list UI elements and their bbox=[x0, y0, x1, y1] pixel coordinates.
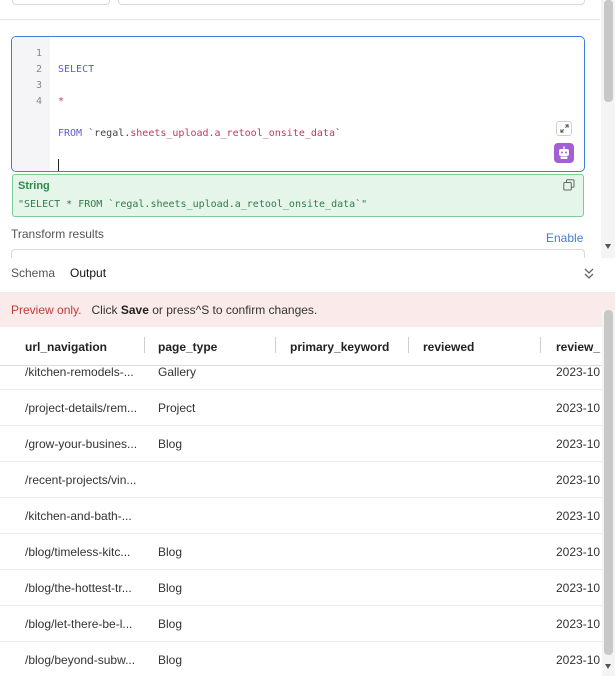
expand-icon bbox=[559, 124, 569, 133]
preview-only-text: Preview only. bbox=[11, 303, 82, 317]
banner-text-pre: Click bbox=[91, 303, 118, 317]
table-body: /kitchen-remodels-... Gallery 2023-10/proj… bbox=[0, 354, 602, 676]
line-number: 4 bbox=[35, 96, 42, 107]
code-line-2: * bbox=[58, 94, 341, 110]
cell-review-date: 2023-10 bbox=[556, 509, 601, 523]
cell-page-type: Blog bbox=[158, 545, 183, 559]
table-row[interactable]: /blog/let-there-be-l... Blog 2023-10 bbox=[0, 606, 602, 642]
line-number: 1 bbox=[35, 48, 42, 59]
column-header-reviewed[interactable]: reviewed bbox=[423, 340, 474, 354]
table-row[interactable]: /project-details/rem... Project 2023-10 bbox=[0, 390, 602, 426]
select-all-star: * bbox=[58, 96, 65, 107]
keyword-from: FROM bbox=[58, 128, 83, 139]
column-header-review-date[interactable]: review_ bbox=[556, 340, 602, 354]
table-row[interactable]: /blog/the-hottest-tr... Blog 2023-10 bbox=[0, 570, 602, 606]
cell-page-type: Project bbox=[158, 401, 196, 415]
table-row[interactable]: /kitchen-and-bath-... 2023-10 bbox=[0, 498, 602, 534]
column-header-page-type[interactable]: page_type bbox=[158, 340, 217, 354]
table-schema: regal. bbox=[94, 128, 131, 139]
page-scrollbar-thumb[interactable] bbox=[604, 0, 613, 102]
column-header-url-navigation[interactable]: url_navigation bbox=[25, 340, 107, 354]
cell-page-type: Blog bbox=[158, 581, 183, 595]
tab-output[interactable]: Output bbox=[70, 266, 106, 280]
cell-page-type: Blog bbox=[158, 617, 183, 631]
cell-url-navigation: /blog/timeless-kitc... bbox=[25, 545, 131, 559]
evaluated-string-preview: String "SELECT * FROM `regal.sheets_uplo… bbox=[12, 174, 584, 217]
editor-gutter: 1 2 3 4 bbox=[12, 37, 50, 171]
preview-banner: Preview only. Click Save or press^S to c… bbox=[0, 293, 615, 327]
ai-assistant-icon bbox=[559, 146, 569, 159]
column-resize-handle[interactable] bbox=[275, 337, 276, 353]
keyword-select: SELECT bbox=[58, 64, 95, 75]
table-row[interactable]: /blog/beyond-subw... Blog 2023-10 bbox=[0, 642, 602, 676]
table-row[interactable]: /grow-your-busines... Blog 2023-10 bbox=[0, 426, 602, 462]
column-resize-handle[interactable] bbox=[144, 337, 145, 353]
results-panel: Schema Output Preview only. Click Save o… bbox=[0, 258, 615, 676]
backtick-close: ` bbox=[334, 128, 341, 139]
table-row[interactable]: /blog/timeless-kitc... Blog 2023-10 bbox=[0, 534, 602, 570]
cell-review-date: 2023-10 bbox=[556, 653, 601, 667]
chevron-double-down-icon[interactable] bbox=[583, 266, 595, 280]
table-name: sheets_upload.a_retool_onsite_data bbox=[130, 128, 335, 139]
cell-url-navigation: /recent-projects/vin... bbox=[25, 473, 137, 487]
cell-review-date: 2023-10 bbox=[556, 473, 601, 487]
cell-review-date: 2023-10 bbox=[556, 365, 601, 379]
table-scrollbar[interactable] bbox=[602, 310, 615, 676]
scroll-down-arrow-icon[interactable] bbox=[605, 244, 611, 249]
top-input-row bbox=[0, 0, 600, 20]
cell-url-navigation: /blog/let-there-be-l... bbox=[25, 617, 133, 631]
cell-page-type: Blog bbox=[158, 437, 183, 451]
cell-page-type: Gallery bbox=[158, 365, 197, 379]
column-resize-handle[interactable] bbox=[540, 337, 541, 353]
cell-url-navigation: /project-details/rem... bbox=[25, 401, 138, 415]
code-line-4 bbox=[58, 158, 341, 171]
line-number: 2 bbox=[35, 64, 42, 75]
ai-assistant-button[interactable] bbox=[554, 143, 574, 163]
cell-review-date: 2023-10 bbox=[556, 437, 601, 451]
cell-review-date: 2023-10 bbox=[556, 581, 601, 595]
text-cursor bbox=[58, 158, 59, 171]
sql-editor[interactable]: 1 2 3 4 SELECT * FROM `regal.sheets_uplo… bbox=[11, 36, 585, 172]
query-input[interactable] bbox=[118, 0, 585, 5]
page-scrollbar[interactable] bbox=[601, 0, 615, 258]
cell-url-navigation: /blog/beyond-subw... bbox=[25, 653, 136, 667]
tab-schema[interactable]: Schema bbox=[11, 266, 55, 280]
cell-url-navigation: /blog/the-hottest-tr... bbox=[25, 581, 132, 595]
table-scrollbar-thumb[interactable] bbox=[604, 310, 613, 655]
enable-transform-link[interactable]: Enable bbox=[546, 231, 583, 245]
copy-icon[interactable] bbox=[563, 179, 575, 191]
banner-text-post: or press^S to confirm changes. bbox=[152, 303, 318, 317]
code-line-3: FROM `regal.sheets_upload.a_retool_onsit… bbox=[58, 126, 341, 142]
cell-url-navigation: /kitchen-and-bath-... bbox=[25, 509, 132, 523]
cell-review-date: 2023-10 bbox=[556, 401, 601, 415]
column-header-primary-keyword[interactable]: primary_keyword bbox=[290, 340, 389, 354]
expand-editor-button[interactable] bbox=[556, 121, 572, 136]
evaluated-value: "SELECT * FROM `regal.sheets_upload.a_re… bbox=[18, 199, 368, 210]
table-row[interactable]: /recent-projects/vin... 2023-10 bbox=[0, 462, 602, 498]
cell-url-navigation: /kitchen-remodels-... bbox=[25, 365, 134, 379]
cell-url-navigation: /grow-your-busines... bbox=[25, 437, 138, 451]
backtick-open: ` bbox=[82, 128, 95, 139]
column-resize-handle[interactable] bbox=[408, 337, 409, 353]
table-header: url_navigation page_type primary_keyword… bbox=[0, 327, 602, 366]
editor-code[interactable]: SELECT * FROM `regal.sheets_upload.a_ret… bbox=[58, 46, 341, 171]
line-number: 3 bbox=[35, 80, 42, 91]
transform-results-label: Transform results bbox=[11, 227, 104, 241]
line-numbers: 1 2 3 4 bbox=[12, 46, 42, 110]
resource-select[interactable] bbox=[12, 0, 110, 5]
code-line-1: SELECT bbox=[58, 62, 341, 78]
value-type-label: String bbox=[18, 180, 50, 192]
cell-review-date: 2023-10 bbox=[556, 545, 601, 559]
results-tabs: Schema Output bbox=[0, 258, 615, 293]
results-table: url_navigation page_type primary_keyword… bbox=[0, 327, 602, 676]
scroll-down-arrow-icon[interactable] bbox=[605, 664, 611, 669]
banner-save-text: Save bbox=[120, 303, 149, 317]
cell-review-date: 2023-10 bbox=[556, 617, 601, 631]
cell-page-type: Blog bbox=[158, 653, 183, 667]
